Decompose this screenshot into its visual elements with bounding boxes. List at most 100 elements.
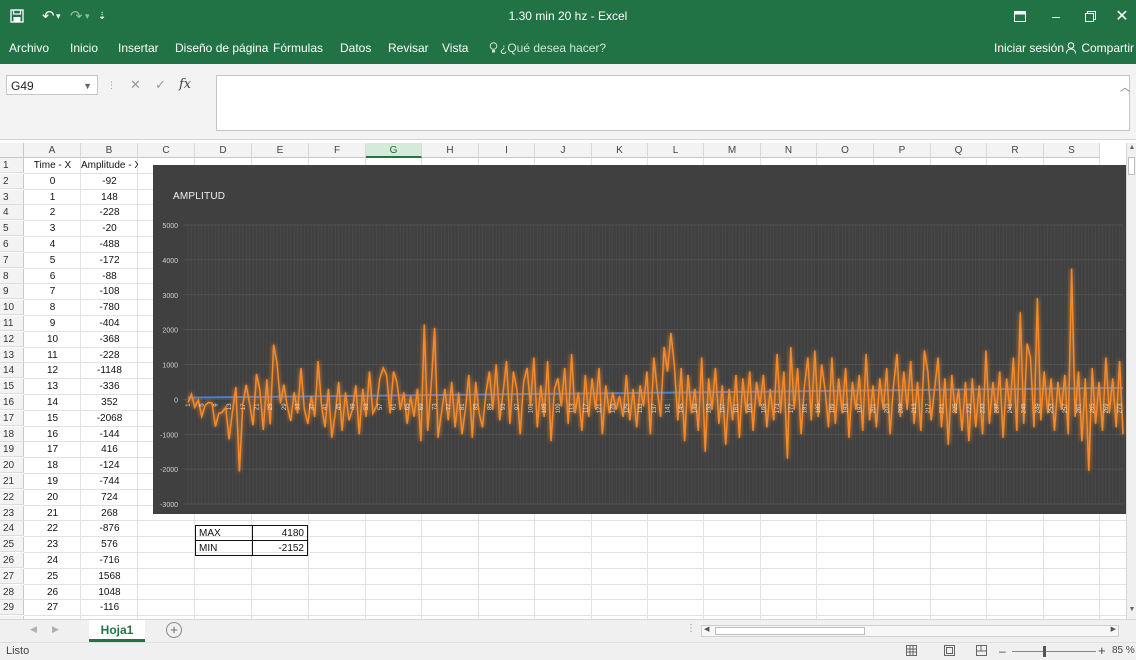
row-header-6[interactable]: 6 xyxy=(0,237,24,252)
row-header-16[interactable]: 16 xyxy=(0,395,24,410)
customize-toolbar-icon[interactable]: ⇣ xyxy=(98,0,106,32)
cell-time[interactable]: 11 xyxy=(24,348,81,363)
row-header-1[interactable]: 1 xyxy=(0,158,24,173)
column-header-n[interactable]: N xyxy=(761,143,817,158)
cell-amplitude[interactable]: 352 xyxy=(81,395,138,410)
row-header-4[interactable]: 4 xyxy=(0,205,24,220)
sign-in-link[interactable]: Iniciar sesión xyxy=(994,32,1064,64)
cell-amplitude[interactable]: -92 xyxy=(81,174,138,189)
max-value[interactable]: 4180 xyxy=(282,526,304,541)
vertical-scrollbar[interactable]: ▲ ▼ xyxy=(1126,143,1136,619)
save-icon[interactable] xyxy=(10,0,24,32)
cell-amplitude[interactable]: -144 xyxy=(81,427,138,442)
formula-input[interactable] xyxy=(216,75,1130,131)
cancel-entry-icon[interactable]: ✕ xyxy=(130,75,141,95)
cell-time[interactable]: 25 xyxy=(24,569,81,584)
insert-function-icon[interactable]: fx xyxy=(179,75,191,95)
cell-amplitude[interactable]: -228 xyxy=(81,348,138,363)
column-header-i[interactable]: I xyxy=(479,143,535,158)
redo-dropdown-icon[interactable]: ▾ xyxy=(85,0,90,32)
cell-amplitude[interactable]: -116 xyxy=(81,600,138,615)
column-header-c[interactable]: C xyxy=(138,143,195,158)
cell-amplitude[interactable]: -20 xyxy=(81,221,138,236)
page-break-view-icon[interactable] xyxy=(976,645,987,659)
row-header-21[interactable]: 21 xyxy=(0,474,24,489)
zoom-in-icon[interactable]: + xyxy=(1098,643,1106,658)
cell-time[interactable]: 18 xyxy=(24,458,81,473)
cell-amplitude[interactable]: 1048 xyxy=(81,585,138,600)
cell-amplitude[interactable]: -172 xyxy=(81,253,138,268)
row-header-15[interactable]: 15 xyxy=(0,379,24,394)
row-header-9[interactable]: 9 xyxy=(0,284,24,299)
sheet-tab-hoja1[interactable]: Hoja1 xyxy=(89,620,145,642)
row-header-23[interactable]: 23 xyxy=(0,506,24,521)
cell-time[interactable]: 13 xyxy=(24,379,81,394)
add-sheet-icon[interactable]: + xyxy=(166,622,182,638)
cell-amplitude[interactable]: -368 xyxy=(81,332,138,347)
cell-time[interactable]: 12 xyxy=(24,363,81,378)
row-header-3[interactable]: 3 xyxy=(0,190,24,205)
column-header-h[interactable]: H xyxy=(422,143,479,158)
scroll-down-icon[interactable]: ▼ xyxy=(1127,606,1136,618)
collapse-formula-bar-icon[interactable]: ︿ xyxy=(1120,79,1130,94)
cell-amplitude[interactable]: -876 xyxy=(81,521,138,536)
tab-formulas[interactable]: Fórmulas xyxy=(273,32,323,64)
cell-time[interactable]: 19 xyxy=(24,474,81,489)
row-header-20[interactable]: 20 xyxy=(0,458,24,473)
cell-time[interactable]: 8 xyxy=(24,300,81,315)
row-header-13[interactable]: 13 xyxy=(0,348,24,363)
column-header-a[interactable]: A xyxy=(24,143,81,158)
cell-amplitude[interactable]: 268 xyxy=(81,506,138,521)
tab-archivo[interactable]: Archivo xyxy=(9,32,49,64)
cell-time[interactable]: 10 xyxy=(24,332,81,347)
row-header-12[interactable]: 12 xyxy=(0,332,24,347)
cell-time[interactable]: 16 xyxy=(24,427,81,442)
cell-amplitude[interactable]: 576 xyxy=(81,537,138,552)
row-header-27[interactable]: 27 xyxy=(0,569,24,584)
cell-time[interactable]: 6 xyxy=(24,269,81,284)
cell-time[interactable]: 22 xyxy=(24,521,81,536)
cell-time[interactable]: 23 xyxy=(24,537,81,552)
cell-time[interactable]: 1 xyxy=(24,190,81,205)
row-header-10[interactable]: 10 xyxy=(0,300,24,315)
select-all-corner[interactable] xyxy=(0,143,24,158)
prev-sheet-icon[interactable]: ◀ xyxy=(30,624,37,635)
column-header-q[interactable]: Q xyxy=(931,143,987,158)
cell-amplitude[interactable]: -336 xyxy=(81,379,138,394)
column-header-k[interactable]: K xyxy=(592,143,648,158)
cell-time[interactable]: 7 xyxy=(24,284,81,299)
tab-insertar[interactable]: Insertar xyxy=(118,32,159,64)
column-header-r[interactable]: R xyxy=(987,143,1044,158)
cell-time[interactable]: 2 xyxy=(24,205,81,220)
cell-time[interactable]: 27 xyxy=(24,600,81,615)
cell-time[interactable]: 24 xyxy=(24,553,81,568)
tab-vista[interactable]: Vista xyxy=(442,32,468,64)
cell-amplitude[interactable]: -88 xyxy=(81,269,138,284)
row-header-28[interactable]: 28 xyxy=(0,585,24,600)
amplitude-chart[interactable]: AMPLITUD 5000 4000 3000 2000 1000 0 -1000 -2000… xyxy=(153,165,1126,514)
restore-icon[interactable] xyxy=(1072,0,1108,32)
cell-amplitude[interactable]: -744 xyxy=(81,474,138,489)
horizontal-scrollbar[interactable]: ◀ ▶ xyxy=(701,625,1119,637)
confirm-entry-icon[interactable]: ✓ xyxy=(155,75,166,95)
cell-time[interactable]: 21 xyxy=(24,506,81,521)
cell-time[interactable]: 26 xyxy=(24,585,81,600)
zoom-slider[interactable] xyxy=(1012,651,1096,652)
zoom-level[interactable]: 85 % xyxy=(1112,645,1135,656)
scroll-right-icon[interactable]: ▶ xyxy=(1111,625,1116,633)
next-sheet-icon[interactable]: ▶ xyxy=(52,624,59,635)
row-header-19[interactable]: 19 xyxy=(0,442,24,457)
column-header-l[interactable]: L xyxy=(648,143,704,158)
column-header-p[interactable]: P xyxy=(874,143,931,158)
min-label[interactable]: MIN xyxy=(199,541,217,556)
tab-diseno-de-pagina[interactable]: Diseño de página xyxy=(175,32,268,64)
name-box[interactable]: G49 ▼ xyxy=(6,75,98,95)
cell-time[interactable]: 17 xyxy=(24,442,81,457)
cell-time[interactable]: 5 xyxy=(24,253,81,268)
column-header-d[interactable]: D xyxy=(195,143,252,158)
undo-icon[interactable]: ↶ xyxy=(42,0,55,32)
cell-amplitude[interactable]: -1148 xyxy=(81,363,138,378)
share-button[interactable]: Compartir xyxy=(1066,32,1134,64)
cell-amplitude[interactable]: 148 xyxy=(81,190,138,205)
column-header-s[interactable]: S xyxy=(1044,143,1100,158)
